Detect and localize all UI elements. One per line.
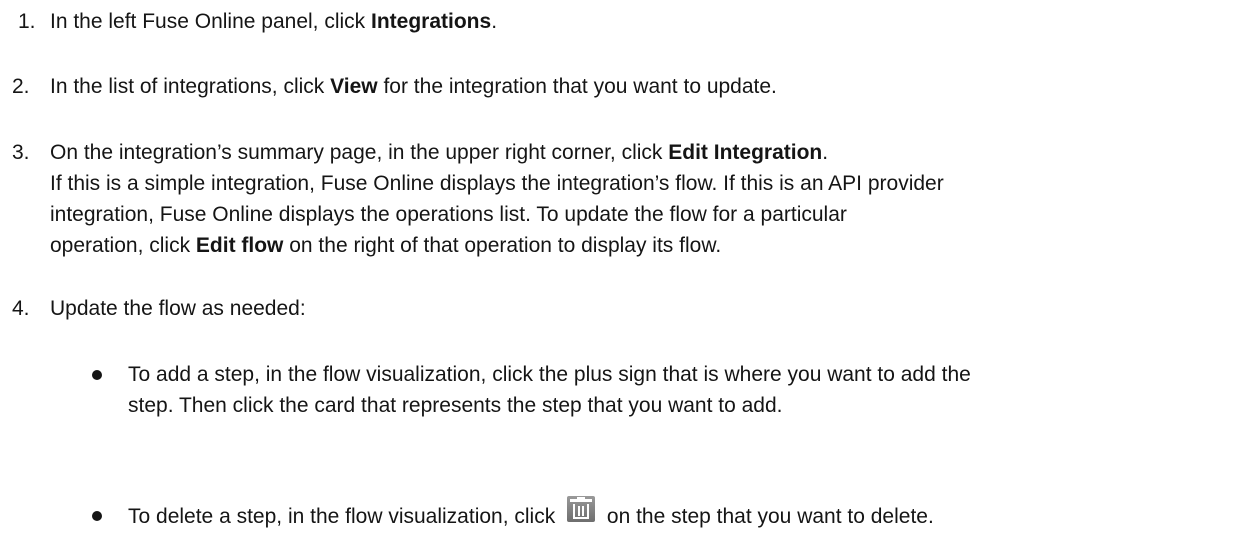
step-number: 1. (18, 10, 36, 33)
step-text: In the left Fuse Online panel, click Int… (50, 10, 498, 33)
procedure-document: 1. In the left Fuse Online panel, click … (0, 0, 1257, 544)
step-detail-line: operation, click Edit flow on the right … (50, 234, 722, 257)
bullet-line: To add a step, in the flow visualization… (128, 363, 971, 386)
step-text: In the list of integrations, click View … (50, 75, 777, 98)
step-text: Update the flow as needed: (50, 297, 306, 320)
step-text: On the integration’s summary page, in th… (50, 141, 829, 164)
step-detail-line: integration, Fuse Online displays the op… (50, 203, 847, 226)
ui-term-integrations: Integrations (371, 10, 492, 33)
bullet-dot (92, 511, 102, 521)
step-number: 4. (12, 297, 30, 320)
trash-icon (567, 496, 596, 522)
ui-term-edit-integration: Edit Integration (668, 141, 823, 164)
ui-term-view: View (330, 75, 378, 98)
bullet-line: step. Then click the card that represent… (128, 394, 783, 417)
step-number: 3. (12, 141, 30, 164)
bullet-dot (92, 370, 102, 380)
ui-term-edit-flow: Edit flow (195, 234, 284, 257)
bullet-line: To delete a step, in the flow visualizat… (128, 496, 934, 532)
step-number: 2. (12, 75, 30, 98)
step-detail-line: If this is a simple integration, Fuse On… (50, 172, 944, 195)
